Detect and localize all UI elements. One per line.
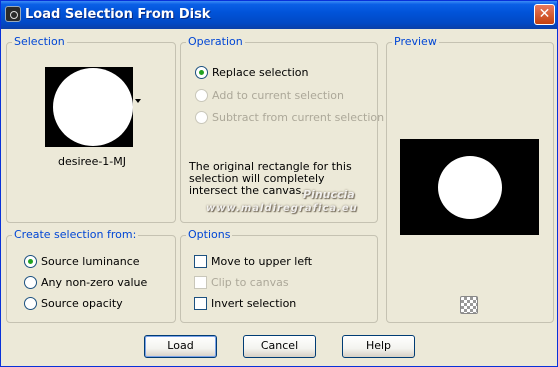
- checkbox-box[interactable]: [194, 255, 207, 268]
- cancel-button[interactable]: Cancel: [243, 335, 316, 358]
- radio-indicator: [195, 89, 208, 102]
- operation-group-title: Operation: [186, 35, 245, 48]
- options-group-title: Options: [186, 228, 233, 241]
- create-from-group: Create selection from: Source luminance …: [6, 228, 176, 323]
- checkbox-label: Invert selection: [211, 297, 297, 310]
- radio-label: Source opacity: [41, 297, 123, 310]
- radio-label: Subtract from current selection: [212, 111, 385, 124]
- radio-indicator[interactable]: [24, 297, 37, 310]
- radio-indicator[interactable]: [24, 276, 37, 289]
- preview-circle: [438, 156, 502, 219]
- checkbox-label: Move to upper left: [211, 255, 313, 268]
- load-selection-dialog: Load Selection From Disk ✕ Selection des…: [0, 0, 558, 367]
- radio-label: Add to current selection: [212, 89, 344, 102]
- title-bar[interactable]: Load Selection From Disk ✕: [1, 1, 557, 29]
- chevron-down-icon[interactable]: [135, 99, 141, 103]
- window-title: Load Selection From Disk: [25, 7, 211, 22]
- load-button[interactable]: Load: [144, 335, 217, 358]
- selection-group: Selection desiree-1-MJ: [6, 35, 176, 223]
- radio-label: Any non-zero value: [41, 276, 148, 289]
- radio-indicator[interactable]: [24, 255, 37, 268]
- preview-group: Preview: [386, 35, 554, 323]
- watermark-author: Pinuccia: [303, 188, 355, 201]
- checkbox-box: [194, 276, 207, 289]
- thumbnail-circle: [53, 68, 133, 146]
- checkbox-label: Clip to canvas: [211, 276, 289, 289]
- app-icon: [5, 6, 21, 22]
- selection-group-title: Selection: [12, 35, 67, 48]
- close-button[interactable]: ✕: [534, 4, 555, 25]
- radio-label: Source luminance: [41, 255, 140, 268]
- options-group: Options Move to upper left Clip to canva…: [180, 228, 378, 323]
- radio-label: Replace selection: [212, 66, 309, 79]
- selection-thumbnail[interactable]: [45, 67, 133, 147]
- radio-indicator: [195, 111, 208, 124]
- help-button[interactable]: Help: [342, 335, 415, 358]
- selection-name: desiree-1-MJ: [57, 155, 127, 168]
- create-from-group-title: Create selection from:: [12, 228, 139, 241]
- checkbox-box[interactable]: [194, 297, 207, 310]
- watermark-url: www.maldiregrafica.eu: [206, 203, 358, 214]
- transparency-checker-icon[interactable]: [460, 296, 478, 314]
- radio-indicator[interactable]: [195, 66, 208, 79]
- preview-canvas: [400, 139, 539, 235]
- preview-group-title: Preview: [392, 35, 439, 48]
